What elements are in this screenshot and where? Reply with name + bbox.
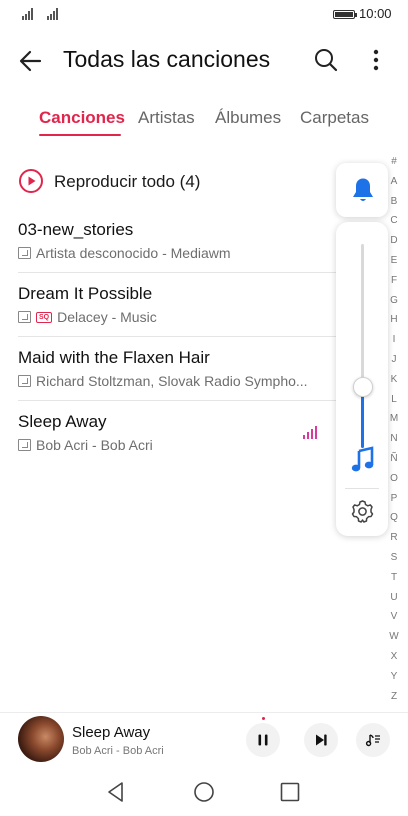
tab-indicator xyxy=(39,134,121,136)
tab-artistas[interactable]: Artistas xyxy=(138,108,195,128)
play-all-label: Reproducir todo (4) xyxy=(54,172,201,191)
song-title: Dream It Possible xyxy=(18,284,153,303)
play-all-button[interactable]: Reproducir todo (4) xyxy=(18,168,318,196)
volume-slider[interactable] xyxy=(361,244,364,448)
now-playing-title: Sleep Away xyxy=(72,724,151,741)
ringer-toggle-button[interactable] xyxy=(336,163,388,217)
index-letter[interactable]: X xyxy=(384,651,404,671)
song-subtitle-row: Bob Acri - Bob Acri xyxy=(18,437,318,453)
divider xyxy=(18,272,336,273)
song-row[interactable]: Maid with the Flaxen Hair Richard Stoltz… xyxy=(18,348,336,412)
tab-albumes[interactable]: Álbumes xyxy=(215,108,281,128)
index-letter[interactable]: Z xyxy=(384,691,404,711)
battery-icon xyxy=(333,10,357,19)
song-subtitle-row: Artista desconocido - Mediawm xyxy=(18,245,318,261)
divider xyxy=(345,488,379,489)
tab-bar: Canciones Artistas Álbumes Carpetas xyxy=(0,104,408,138)
index-letter[interactable]: R xyxy=(384,532,404,552)
index-letter[interactable]: S xyxy=(384,552,404,572)
status-time: 10:00 xyxy=(359,6,392,21)
song-subtitle-row: Richard Stoltzman, Slovak Radio Sympho..… xyxy=(18,373,318,389)
now-playing-bars-icon xyxy=(303,426,317,439)
nav-home-icon[interactable] xyxy=(192,780,216,804)
index-letter[interactable]: T xyxy=(384,572,404,592)
song-row[interactable]: Dream It Possible SQ Delacey - Music xyxy=(18,284,336,348)
signal-icon-sim2 xyxy=(47,8,58,20)
song-title: Sleep Away xyxy=(18,412,107,431)
song-subtitle-row: SQ Delacey - Music xyxy=(18,309,318,325)
tab-canciones[interactable]: Canciones xyxy=(39,108,125,128)
now-playing-artist: Bob Acri - Bob Acri xyxy=(72,745,164,757)
system-nav-bar xyxy=(0,770,408,816)
song-row[interactable]: 03-new_stories Artista desconocido - Med… xyxy=(18,220,336,284)
song-artist-album: Richard Stoltzman, Slovak Radio Sympho..… xyxy=(36,373,308,389)
song-artist-album: Delacey - Music xyxy=(57,309,157,325)
song-artist-album: Artista desconocido - Mediawm xyxy=(36,245,231,261)
index-letter[interactable]: Y xyxy=(384,671,404,691)
pause-button[interactable] xyxy=(246,723,280,757)
sq-badge: SQ xyxy=(36,311,53,323)
queue-music-icon xyxy=(365,734,380,747)
index-letter[interactable]: W xyxy=(384,631,404,651)
song-title: Maid with the Flaxen Hair xyxy=(18,348,210,367)
song-row[interactable]: Sleep Away Bob Acri - Bob Acri xyxy=(18,412,336,476)
status-bar: 10:00 xyxy=(0,0,408,28)
skip-next-icon xyxy=(316,734,327,746)
local-file-icon xyxy=(18,311,31,323)
divider xyxy=(18,336,336,337)
music-note-icon[interactable] xyxy=(350,446,376,474)
index-letter[interactable]: V xyxy=(384,611,404,631)
next-track-button[interactable] xyxy=(304,723,338,757)
back-arrow-icon[interactable] xyxy=(16,46,46,76)
app-bar: Todas las canciones xyxy=(0,36,408,84)
volume-panel xyxy=(336,222,388,536)
play-circle-icon xyxy=(19,169,43,193)
volume-slider-thumb[interactable] xyxy=(353,376,373,397)
search-icon[interactable] xyxy=(312,46,340,74)
mini-player[interactable]: Sleep Away Bob Acri - Bob Acri xyxy=(0,712,408,766)
playlist-queue-button[interactable] xyxy=(356,723,390,757)
nav-recents-icon[interactable] xyxy=(278,780,302,804)
gear-icon[interactable] xyxy=(350,499,375,524)
local-file-icon xyxy=(18,247,31,259)
index-letter[interactable]: U xyxy=(384,592,404,612)
bell-icon xyxy=(353,178,373,201)
divider xyxy=(18,400,336,401)
album-art[interactable] xyxy=(18,716,64,762)
pause-icon xyxy=(258,734,268,746)
signal-icon-sim1 xyxy=(22,8,33,20)
more-options-icon[interactable] xyxy=(364,46,388,74)
local-file-icon xyxy=(18,375,31,387)
song-title: 03-new_stories xyxy=(18,220,134,239)
local-file-icon xyxy=(18,439,31,451)
nav-back-icon[interactable] xyxy=(104,780,128,804)
song-artist-album: Bob Acri - Bob Acri xyxy=(36,437,153,453)
tab-carpetas[interactable]: Carpetas xyxy=(300,108,369,128)
page-title: Todas las canciones xyxy=(63,46,271,72)
